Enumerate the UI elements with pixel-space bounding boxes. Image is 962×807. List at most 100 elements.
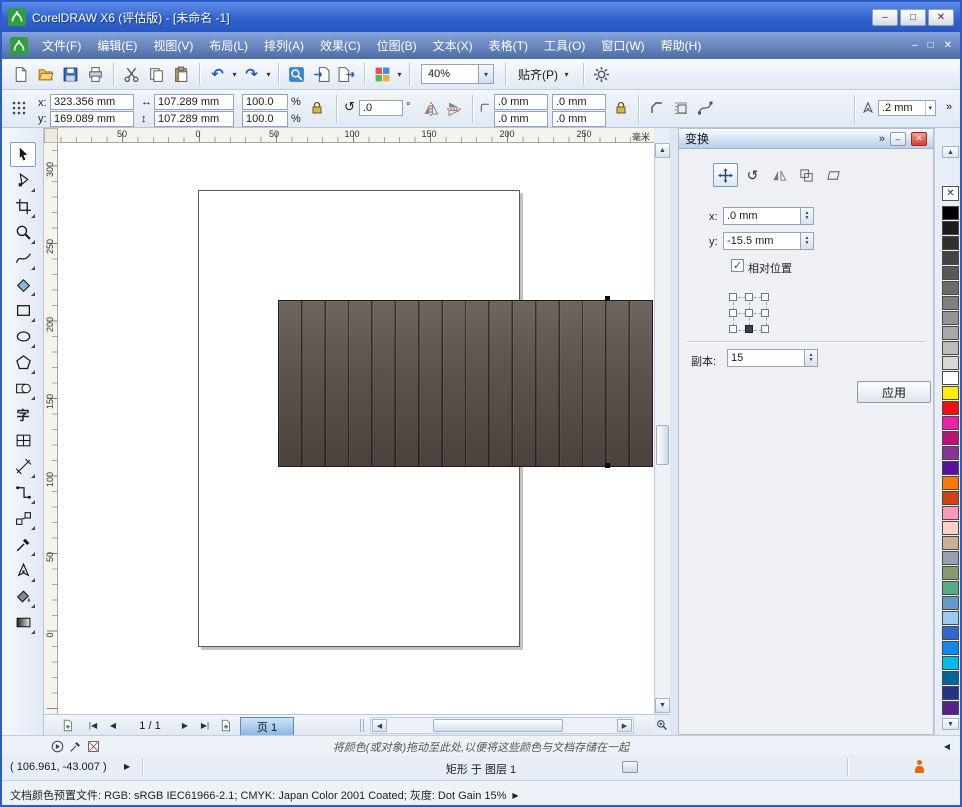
minimize-button[interactable]: – bbox=[872, 9, 898, 26]
color-swatch[interactable] bbox=[942, 596, 959, 610]
menu-layout[interactable]: 布局(L) bbox=[201, 32, 256, 59]
docker-x-field[interactable]: .0 mm bbox=[723, 207, 801, 225]
menu-tools[interactable]: 工具(O) bbox=[536, 32, 593, 59]
menu-file[interactable]: 文件(F) bbox=[34, 32, 89, 59]
import-button[interactable] bbox=[309, 62, 334, 86]
text-tool[interactable]: 字 bbox=[10, 402, 36, 427]
zoom-tool[interactable] bbox=[10, 220, 36, 245]
wrap-text-button[interactable] bbox=[670, 97, 692, 119]
redo-dropdown[interactable]: ▾ bbox=[264, 70, 273, 79]
color-swatch[interactable] bbox=[942, 476, 959, 490]
export-button[interactable] bbox=[334, 62, 359, 86]
add-page-after-button[interactable] bbox=[216, 717, 234, 734]
freehand-tool[interactable] bbox=[10, 246, 36, 271]
color-swatch[interactable] bbox=[942, 611, 959, 625]
polygon-tool[interactable] bbox=[10, 350, 36, 375]
cut-button[interactable] bbox=[119, 62, 144, 86]
transform-scale-mirror-button[interactable] bbox=[767, 163, 792, 187]
doc-minimize-button[interactable]: – bbox=[912, 40, 918, 51]
color-swatch[interactable] bbox=[942, 416, 959, 430]
color-swatch[interactable] bbox=[942, 671, 959, 685]
anchor-point[interactable] bbox=[761, 309, 769, 317]
user-account-icon[interactable] bbox=[914, 760, 925, 773]
color-swatch[interactable] bbox=[942, 536, 959, 550]
transform-rotate-button[interactable]: ↺ bbox=[740, 163, 765, 187]
color-swatch[interactable] bbox=[942, 491, 959, 505]
doc-close-button[interactable]: ✕ bbox=[944, 40, 952, 51]
print-button[interactable] bbox=[83, 62, 108, 86]
menu-view[interactable]: 视图(V) bbox=[145, 32, 201, 59]
color-swatch[interactable] bbox=[942, 311, 959, 325]
color-swatch[interactable] bbox=[942, 461, 959, 475]
docker-x-spinner[interactable]: ▲▼ bbox=[801, 207, 814, 225]
color-swatch[interactable] bbox=[942, 521, 959, 535]
convert-to-curves-button[interactable] bbox=[694, 97, 716, 119]
transform-skew-button[interactable] bbox=[821, 163, 846, 187]
scale-v-field[interactable]: 100.0 bbox=[242, 111, 288, 127]
color-swatch[interactable] bbox=[942, 431, 959, 445]
lock-corners-button[interactable] bbox=[610, 97, 632, 119]
table-tool[interactable] bbox=[10, 428, 36, 453]
options-button[interactable] bbox=[589, 62, 614, 86]
paste-button[interactable] bbox=[169, 62, 194, 86]
shape-tool[interactable] bbox=[10, 168, 36, 193]
next-page-button[interactable]: ▶ bbox=[176, 717, 194, 734]
menu-edit[interactable]: 编辑(E) bbox=[89, 32, 145, 59]
selection-handle-top[interactable] bbox=[605, 296, 610, 301]
page-tab[interactable]: 页 1 bbox=[240, 717, 294, 736]
crop-tool[interactable] bbox=[10, 194, 36, 219]
menu-help[interactable]: 帮助(H) bbox=[653, 32, 710, 59]
navigator-zoom-button[interactable] bbox=[654, 714, 670, 735]
scroll-right-button[interactable]: ▶ bbox=[617, 719, 632, 732]
color-swatch[interactable] bbox=[942, 206, 959, 220]
eyedropper-tool[interactable] bbox=[10, 532, 36, 557]
color-swatch[interactable] bbox=[942, 656, 959, 670]
color-swatch[interactable] bbox=[942, 626, 959, 640]
close-button[interactable]: ✕ bbox=[928, 9, 954, 26]
color-swatch[interactable] bbox=[942, 701, 959, 715]
doc-restore-button[interactable]: □ bbox=[928, 40, 934, 51]
menu-effects[interactable]: 效果(C) bbox=[312, 32, 369, 59]
propbar-overflow-button[interactable]: » bbox=[946, 101, 952, 113]
object-x-field[interactable]: 323.356 mm bbox=[50, 94, 134, 110]
palette-scroll-up-button[interactable]: ▲ bbox=[942, 146, 959, 158]
copies-field[interactable]: 15 bbox=[727, 349, 805, 367]
color-swatch[interactable] bbox=[942, 446, 959, 460]
blend-tool[interactable] bbox=[10, 506, 36, 531]
scroll-left-button[interactable]: ◀ bbox=[372, 719, 387, 732]
docker-collapse-button[interactable]: – bbox=[890, 132, 906, 146]
docker-close-button[interactable]: ✕ bbox=[911, 132, 927, 146]
relative-position-checkbox[interactable]: ✓ bbox=[731, 259, 744, 272]
horizontal-scrollbar[interactable]: ◀ ▶ bbox=[370, 717, 634, 734]
save-button[interactable] bbox=[58, 62, 83, 86]
lock-ratio-button[interactable] bbox=[306, 97, 328, 119]
zoom-level-combo[interactable]: 40% ▾ bbox=[421, 64, 494, 84]
apply-button[interactable]: 应用 bbox=[857, 381, 931, 403]
mirror-vertical-button[interactable] bbox=[443, 98, 465, 120]
color-swatch[interactable] bbox=[942, 566, 959, 580]
menu-text[interactable]: 文本(X) bbox=[425, 32, 481, 59]
color-swatch[interactable] bbox=[942, 341, 959, 355]
anchor-point[interactable] bbox=[761, 293, 769, 301]
chamfer-options-button[interactable] bbox=[646, 97, 668, 119]
horizontal-scroll-thumb[interactable] bbox=[433, 719, 563, 732]
new-document-button[interactable] bbox=[8, 62, 33, 86]
color-swatch[interactable] bbox=[942, 401, 959, 415]
docker-y-field[interactable]: -15.5 mm bbox=[723, 232, 801, 250]
first-page-button[interactable]: |◀ bbox=[84, 717, 102, 734]
corner-radius-bl-field[interactable]: .0 mm bbox=[494, 111, 548, 127]
corner-radius-tr-field[interactable]: .0 mm bbox=[552, 94, 606, 110]
outline-width-field[interactable]: .2 mm ▾ bbox=[878, 100, 936, 116]
last-page-button[interactable]: ▶| bbox=[196, 717, 214, 734]
redo-button[interactable]: ↷ bbox=[239, 62, 264, 86]
copy-button[interactable] bbox=[144, 62, 169, 86]
interactive-fill-tool[interactable] bbox=[10, 610, 36, 635]
outline-width-dropdown[interactable]: ▾ bbox=[925, 101, 932, 115]
mirror-horizontal-button[interactable] bbox=[420, 98, 442, 120]
color-swatch[interactable] bbox=[942, 581, 959, 595]
color-swatch[interactable] bbox=[942, 236, 959, 250]
no-color-swatch[interactable]: ✕ bbox=[942, 186, 959, 201]
restore-button[interactable]: □ bbox=[900, 9, 926, 26]
scroll-down-button[interactable]: ▼ bbox=[655, 698, 670, 713]
hruler[interactable]: 毫米 50050100150200250 bbox=[58, 128, 654, 143]
